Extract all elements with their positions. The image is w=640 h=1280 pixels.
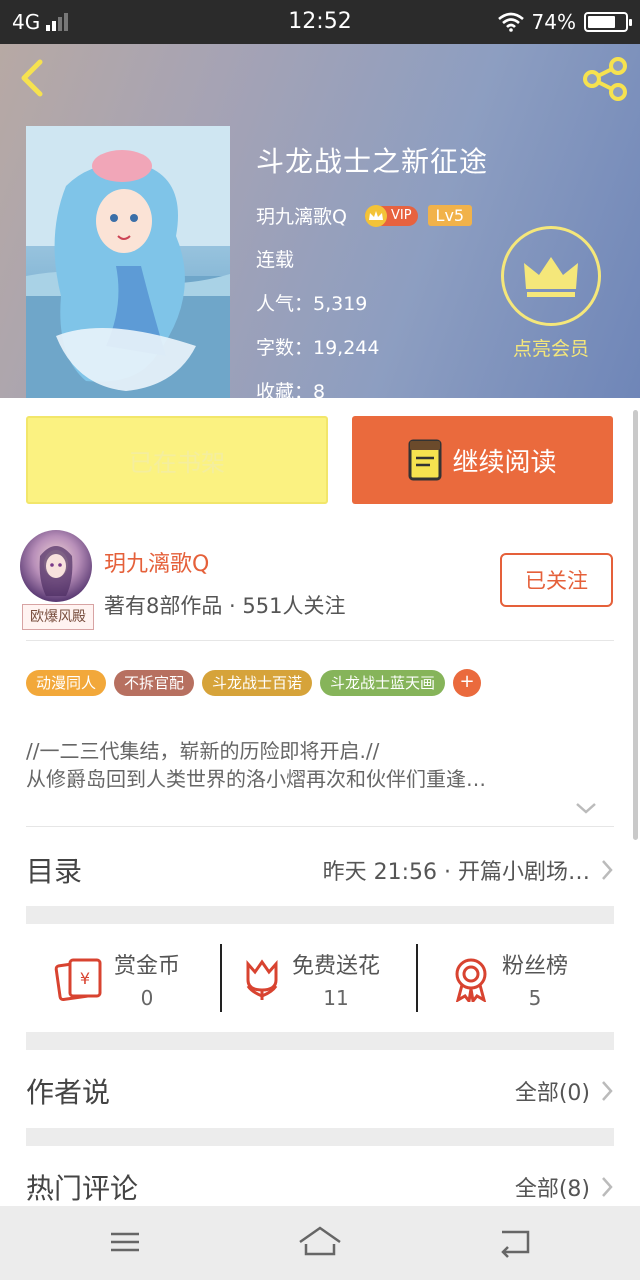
divider: [26, 826, 614, 827]
hot-comments-title: 热门评论: [26, 1172, 139, 1205]
scrollbar[interactable]: [633, 410, 638, 840]
system-icons: 74%: [497, 10, 632, 34]
crown-icon: [501, 226, 601, 326]
add-tag-button[interactable]: +: [453, 669, 482, 697]
author-row: 玥九漓歌Q VIP Lv5: [256, 202, 488, 229]
book-cover[interactable]: [26, 126, 230, 398]
divider: [416, 944, 418, 1012]
reward-coins[interactable]: ¥ 赏金币 0: [54, 944, 180, 1014]
member-label: 点亮会员: [512, 338, 589, 360]
tag-chip[interactable]: 斗龙战士百诺: [202, 670, 313, 696]
divider: [26, 640, 614, 641]
reward-label: 赏金币: [114, 954, 181, 979]
serial-status: 连载: [256, 249, 295, 271]
reward-label: 免费送花: [292, 954, 381, 979]
tag-list: 动漫同人 不拆官配 斗龙战士百诺 斗龙战士蓝天画 +: [26, 669, 482, 697]
chevron-down-icon[interactable]: [574, 800, 598, 816]
section-gap: [26, 906, 614, 924]
back-nav-icon[interactable]: [494, 1222, 538, 1262]
crown-icon: [364, 204, 387, 227]
share-icon[interactable]: [580, 56, 630, 102]
latest-chapter: 昨天 21:56 · 开篇小剧场…: [322, 860, 590, 885]
level-badge: Lv5: [427, 205, 473, 226]
synopsis-line: //一二三代集结，崭新的历险即将开启.//: [26, 739, 380, 763]
reward-fan-rank[interactable]: 粉丝榜 5: [450, 944, 568, 1014]
vip-badge: VIP: [364, 204, 418, 227]
author-says-link-wrap: 全部(0): [515, 1075, 614, 1107]
word-count: 字数：19,244: [256, 337, 380, 359]
menu-icon[interactable]: [103, 1222, 147, 1262]
chevron-right-icon: [602, 1081, 613, 1101]
author-says-title: 作者说: [26, 1076, 111, 1109]
continue-reading-label: 继续阅读: [452, 447, 557, 478]
reward-value: 5: [528, 986, 542, 1010]
cover-illustration: [26, 126, 230, 398]
hot-comments-row[interactable]: 热门评论 全部(8): [26, 1162, 614, 1212]
chevron-right-icon: [602, 1177, 613, 1197]
catalog-title: 目录: [26, 855, 83, 888]
battery-percent: 74%: [531, 10, 576, 34]
reward-value: 11: [323, 986, 349, 1010]
member-button[interactable]: 点亮会员: [498, 226, 604, 361]
synopsis[interactable]: //一二三代集结，崭新的历险即将开启.// 从修爵岛回到人类世界的洛小熠再次和伙…: [26, 737, 606, 793]
svg-text:¥: ¥: [80, 969, 90, 988]
book-header: 斗龙战士之新征途 玥九漓歌Q VIP Lv5 连载 人气：5,319 字数：19…: [0, 44, 640, 403]
author-says-link: 全部(0): [514, 1081, 590, 1106]
back-icon[interactable]: [14, 58, 54, 98]
divider: [220, 944, 222, 1012]
chevron-right-icon: [602, 860, 613, 880]
reward-flowers[interactable]: 免费送花 11: [242, 944, 380, 1014]
follow-button[interactable]: 已关注: [500, 553, 613, 607]
hot-comments-link-wrap: 全部(8): [515, 1171, 614, 1203]
book-info: 斗龙战士之新征途 玥九漓歌Q VIP Lv5 连载 人气：5,319 字数：19…: [256, 140, 488, 404]
vip-label: VIP: [390, 208, 412, 223]
author-name[interactable]: 玥九漓歌Q: [104, 546, 209, 578]
red-envelope-icon: ¥: [54, 958, 102, 1002]
author-says-row[interactable]: 作者说 全部(0): [26, 1066, 614, 1116]
hot-comments-link: 全部(8): [514, 1177, 590, 1202]
author-meta: 著有8部作品 · 551人关注: [104, 594, 346, 618]
flower-icon: [246, 959, 278, 1000]
tag-chip[interactable]: 斗龙战士蓝天画: [320, 670, 446, 696]
home-icon[interactable]: [298, 1222, 342, 1262]
avatar-badge: 欧爆风殿: [22, 604, 94, 630]
system-nav-bar: [0, 1206, 640, 1280]
synopsis-line: 从修爵岛回到人类世界的洛小熠再次和伙伴们重逢…: [26, 767, 486, 791]
tag-chip[interactable]: 不拆官配: [114, 670, 195, 696]
section-gap: [26, 1032, 614, 1050]
status-bar: 4G 12:52 74%: [0, 0, 640, 44]
author-link[interactable]: 玥九漓歌Q: [256, 202, 347, 229]
continue-reading-button[interactable]: 继续阅读: [352, 416, 613, 504]
wifi-icon: [497, 12, 524, 32]
reward-label: 粉丝榜: [502, 954, 569, 979]
book-title: 斗龙战士之新征途: [256, 145, 489, 178]
reward-value: 0: [140, 986, 154, 1010]
battery-icon: [584, 12, 632, 32]
favorites: 收藏：8: [256, 381, 326, 403]
medal-icon: [455, 958, 487, 1002]
catalog-latest-wrap: 昨天 21:56 · 开篇小剧场…: [323, 854, 614, 886]
section-gap: [26, 1128, 614, 1146]
bookshelf-button[interactable]: 已在书架: [26, 416, 328, 504]
book-icon: [408, 439, 442, 481]
author-avatar[interactable]: [20, 530, 92, 602]
catalog-row[interactable]: 目录 昨天 21:56 · 开篇小剧场…: [26, 846, 614, 894]
popularity: 人气：5,319: [256, 293, 368, 315]
tag-chip[interactable]: 动漫同人: [26, 670, 107, 696]
